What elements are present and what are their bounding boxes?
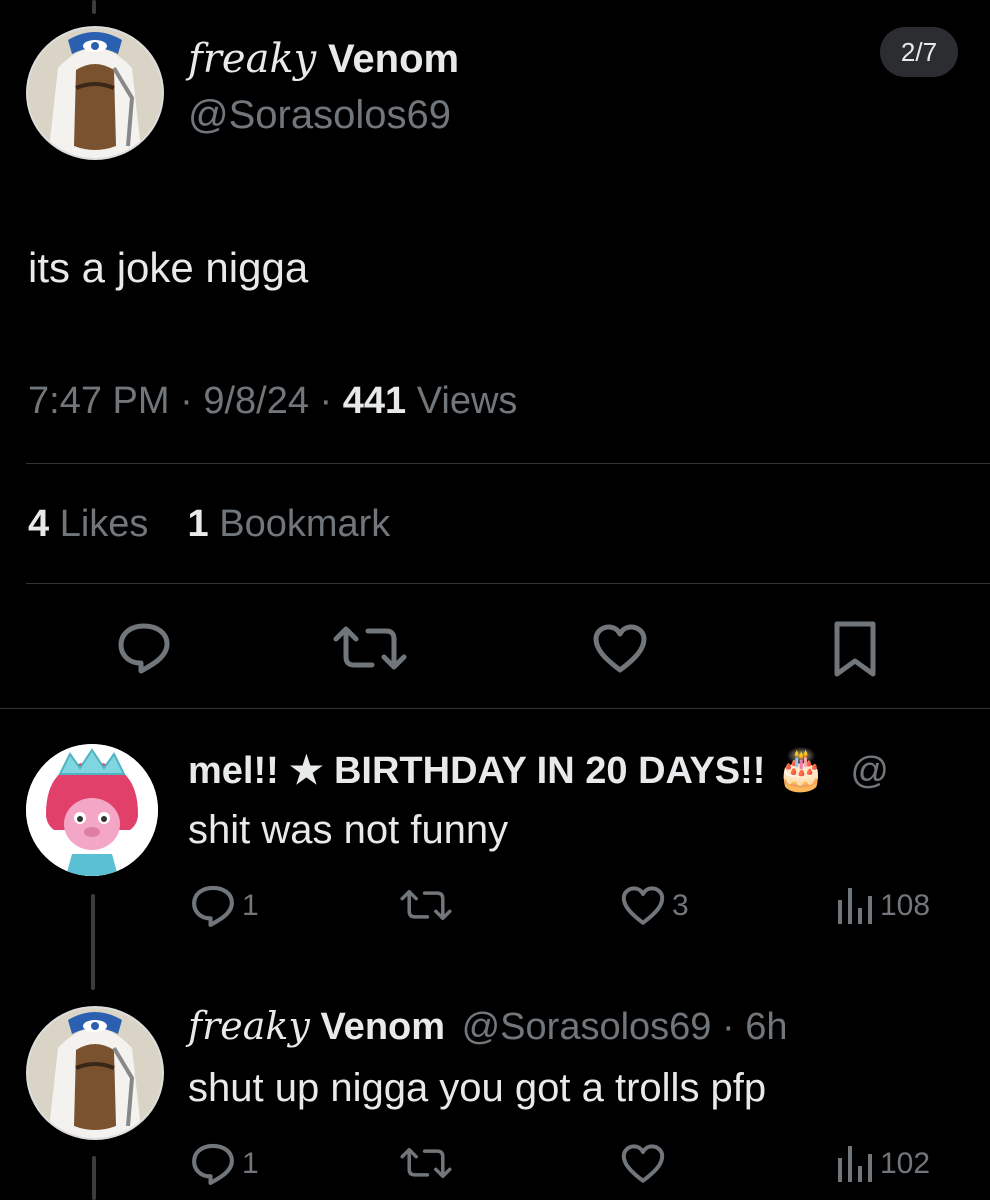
- heart-icon: [593, 624, 647, 673]
- bookmark-icon: [834, 621, 876, 677]
- views-count: 441: [342, 380, 407, 422]
- views-button[interactable]: 108: [836, 886, 930, 926]
- tweet-text: its a joke nigga: [28, 244, 309, 291]
- thread-connector-top: [92, 0, 96, 14]
- views-count: 102: [880, 1147, 931, 1180]
- heart-icon: [621, 1144, 665, 1183]
- views-label: Views: [416, 380, 518, 422]
- reply-author-name[interactable]: mel!! ★ BIRTHDAY IN 20 DAYS!!: [188, 750, 765, 792]
- divider: [26, 463, 990, 464]
- reply-text: shit was not funny: [188, 808, 509, 852]
- tweet-date[interactable]: 9/8/24: [203, 380, 309, 422]
- retweet-button[interactable]: [398, 1146, 454, 1180]
- page-indicator-text: 2/7: [900, 36, 938, 67]
- tweet-time[interactable]: 7:47 PM: [28, 380, 170, 422]
- reply-button[interactable]: [116, 622, 172, 674]
- likes-count: 4: [28, 503, 50, 545]
- views-count: 108: [880, 889, 931, 922]
- reply-icon: [118, 623, 170, 674]
- author-handle[interactable]: @Sorasolos69: [188, 93, 451, 138]
- heart-icon: [621, 886, 665, 925]
- venom-avatar-image: [28, 28, 162, 158]
- reply-count: 1: [242, 889, 259, 922]
- views-icon: [838, 1146, 872, 1182]
- avatar[interactable]: [26, 26, 164, 160]
- reply-button[interactable]: 1: [190, 1142, 259, 1186]
- bookmarks-stat[interactable]: 1 Bookmark: [188, 503, 391, 545]
- venom-avatar-image: [28, 1008, 162, 1138]
- reply-count: 1: [242, 1147, 259, 1180]
- views-icon: [838, 888, 872, 924]
- bookmarks-count: 1: [187, 503, 209, 545]
- page-indicator-badge: 2/7: [880, 27, 958, 77]
- likes-label: Likes: [59, 503, 149, 545]
- reply-icon: [192, 1143, 234, 1185]
- views-button[interactable]: 102: [836, 1144, 930, 1184]
- reply-author-fancy-name[interactable]: freaky: [188, 1004, 310, 1048]
- poppy-avatar-image: [26, 744, 158, 876]
- like-count: 3: [672, 889, 689, 922]
- divider: [26, 583, 990, 584]
- like-button[interactable]: 3: [620, 886, 689, 926]
- reply-icon: [192, 885, 234, 927]
- divider: [0, 708, 990, 709]
- bookmarks-label: Bookmark: [219, 503, 391, 545]
- author-name[interactable]: freaky Venom: [188, 34, 459, 82]
- reply-author-row: mel!! ★ BIRTHDAY IN 20 DAYS!! 🎂 @: [188, 746, 889, 793]
- bookmark-button[interactable]: [832, 620, 878, 678]
- likes-stat[interactable]: 4 Likes: [28, 503, 159, 545]
- tweet-meta: 7:47 PM · 9/8/24 · 441 Views: [28, 380, 517, 423]
- retweet-button[interactable]: [398, 888, 454, 922]
- avatar[interactable]: [26, 744, 158, 876]
- retweet-icon: [400, 889, 452, 921]
- reply-handle[interactable]: @: [850, 750, 889, 792]
- reply-author-name[interactable]: Venom: [320, 1006, 445, 1048]
- separator-dot: ·: [319, 380, 333, 422]
- thread-connector: [91, 894, 95, 990]
- like-button[interactable]: [592, 624, 648, 674]
- author-fancy-name: freaky: [188, 36, 317, 82]
- birthday-cake-emoji: 🎂: [776, 748, 826, 792]
- retweet-icon: [333, 626, 407, 670]
- retweet-icon: [400, 1147, 452, 1179]
- reply-text: shut up nigga you got a trolls pfp: [188, 1066, 767, 1110]
- like-button[interactable]: [620, 1144, 666, 1184]
- author-display-name: Venom: [327, 37, 460, 81]
- avatar[interactable]: [26, 1006, 164, 1140]
- reply-author-row: freaky Venom @Sorasolos69 · 6h: [188, 1004, 787, 1049]
- separator-dot: ·: [180, 380, 193, 422]
- reply-button[interactable]: 1: [190, 884, 259, 928]
- reply-handle-time[interactable]: @Sorasolos69 · 6h: [462, 1006, 788, 1048]
- engagement-stats: 4 Likes 1 Bookmark: [28, 503, 390, 546]
- retweet-button[interactable]: [330, 625, 410, 671]
- thread-connector: [92, 1156, 96, 1200]
